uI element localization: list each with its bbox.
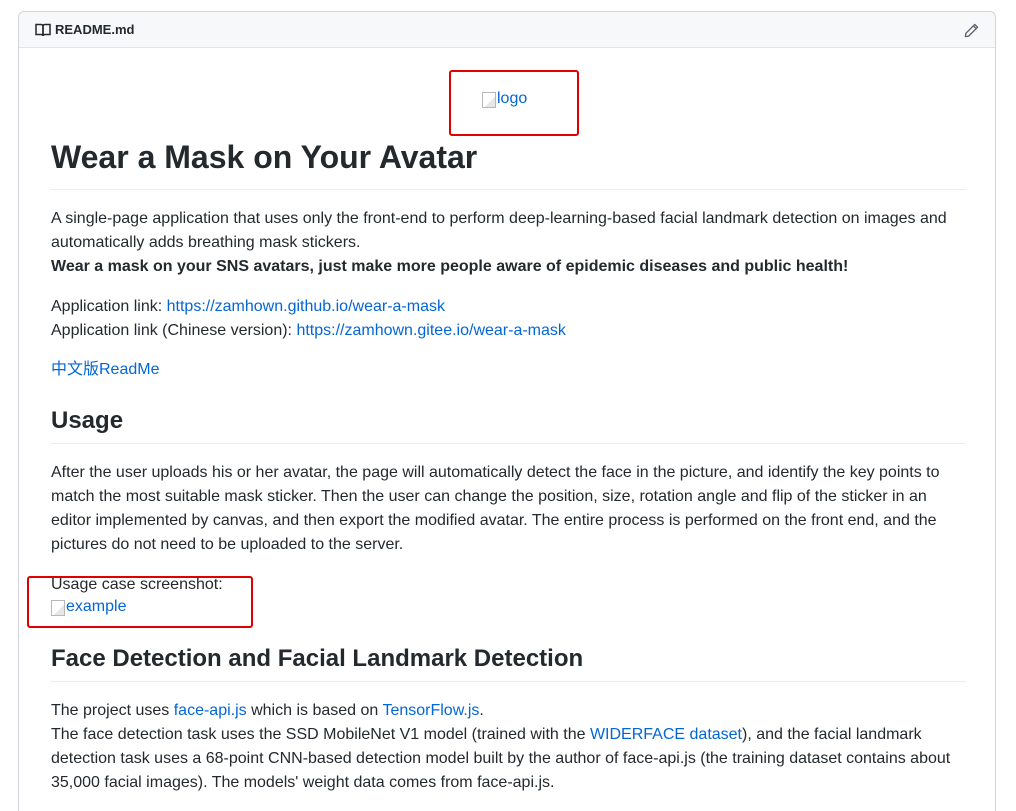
usage-divider (51, 443, 966, 444)
face-detection-divider (51, 681, 966, 682)
face-text: . (479, 702, 484, 719)
face-text: The face detection task uses the SSD Mob… (51, 726, 590, 743)
readme-header: README.md (19, 12, 995, 48)
logo-highlight-box (449, 70, 579, 136)
usage-paragraph: After the user uploads his or her avatar… (51, 464, 940, 553)
readme-container: README.md logo Wear a Mask on Your Avata… (18, 11, 996, 811)
face-detection-paragraph: The project uses face-api.js which is ba… (51, 699, 966, 795)
usage-heading: Usage (51, 407, 124, 434)
intro-text: A single-page application that uses only… (51, 210, 947, 251)
title-divider (51, 189, 966, 190)
pencil-icon[interactable] (964, 23, 979, 38)
face-text: which is based on (246, 702, 383, 719)
page-title: Wear a Mask on Your Avatar (51, 139, 478, 175)
app-link[interactable]: https://zamhown.github.io/wear-a-mask (167, 298, 445, 315)
app-links-paragraph: Application link: https://zamhown.github… (51, 295, 966, 343)
tensorflow-link[interactable]: TensorFlow.js (382, 702, 479, 719)
intro-bold-text: Wear a mask on your SNS avatars, just ma… (51, 258, 849, 275)
face-text: The project uses (51, 702, 174, 719)
example-highlight-box (27, 576, 253, 628)
app-link-label: Application link: (51, 298, 167, 315)
cn-readme-link[interactable]: 中文版ReadMe (51, 361, 159, 378)
app-cn-link[interactable]: https://zamhown.gitee.io/wear-a-mask (296, 322, 565, 339)
app-cn-link-label: Application link (Chinese version): (51, 322, 297, 339)
face-detection-heading: Face Detection and Facial Landmark Detec… (51, 645, 584, 672)
widerface-link[interactable]: WIDERFACE dataset (590, 726, 742, 743)
readme-file-name: README.md (55, 22, 135, 37)
book-icon (35, 23, 51, 37)
face-api-link[interactable]: face-api.js (174, 702, 247, 719)
intro-paragraph: A single-page application that uses only… (51, 207, 966, 279)
cn-readme-paragraph: 中文版ReadMe (51, 358, 966, 382)
